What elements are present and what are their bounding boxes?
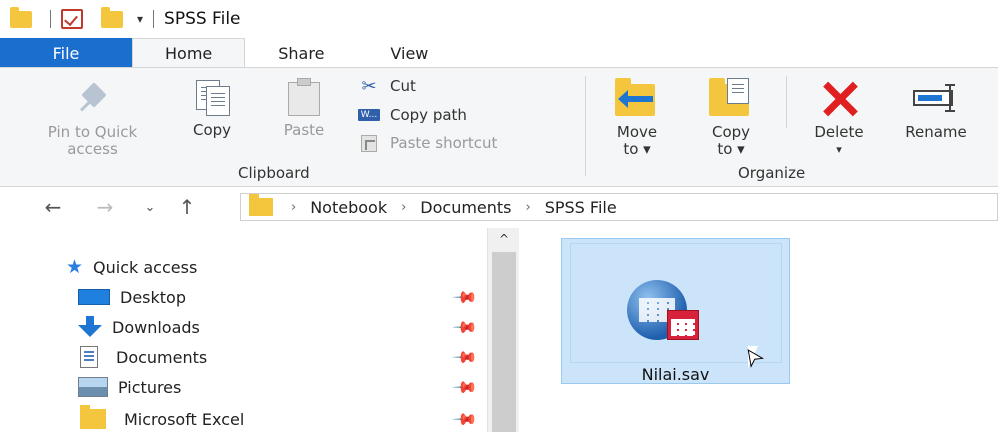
pin-label-1: Pin to Quick bbox=[47, 123, 138, 141]
pin-label-2: access bbox=[67, 140, 118, 158]
copy-icon bbox=[192, 78, 232, 118]
documents-icon bbox=[80, 346, 98, 368]
copy-to-label-1: Copy bbox=[711, 123, 751, 141]
window-title: SPSS File bbox=[164, 9, 241, 29]
scroll-up-chevron-icon[interactable]: ^ bbox=[488, 228, 520, 250]
group-divider bbox=[585, 76, 586, 176]
mouse-pointer-icon bbox=[748, 346, 758, 368]
star-icon: ★ bbox=[66, 256, 84, 278]
pin-icon: 📌 bbox=[451, 283, 479, 312]
pin-icon: 📌 bbox=[451, 313, 479, 342]
divider bbox=[50, 10, 51, 28]
rename-label: Rename bbox=[905, 123, 967, 141]
tab-file[interactable]: File bbox=[0, 38, 132, 68]
nav-item-label: Downloads bbox=[112, 317, 200, 337]
new-folder-icon[interactable] bbox=[101, 6, 123, 28]
desktop-icon bbox=[78, 289, 110, 305]
folder-icon bbox=[80, 405, 106, 429]
nav-item-pictures[interactable]: Pictures bbox=[78, 372, 181, 402]
nav-item-label: Microsoft Excel bbox=[124, 409, 245, 429]
copy-to-label-2: to ▾ bbox=[717, 140, 745, 158]
cut-label: Cut bbox=[390, 77, 416, 95]
navigation-pane: ★ Quick access Desktop 📌 Downloads 📌 Doc… bbox=[0, 228, 520, 432]
breadcrumb-separator[interactable]: › bbox=[526, 200, 531, 215]
move-to-icon bbox=[615, 78, 659, 118]
pin-icon: 📌 bbox=[451, 373, 479, 402]
title-bar: ▾ SPSS File bbox=[0, 0, 998, 38]
copy-path-label: Copy path bbox=[390, 106, 467, 124]
copy-path-icon: W... bbox=[358, 106, 380, 124]
properties-icon[interactable] bbox=[61, 9, 83, 29]
copy-label: Copy bbox=[192, 121, 232, 139]
pin-icon bbox=[73, 82, 113, 118]
nav-item-label: Documents bbox=[116, 347, 208, 367]
download-icon bbox=[78, 316, 102, 338]
copy-to-button[interactable]: Copy to ▾ bbox=[692, 78, 770, 158]
copy-path-button[interactable]: W... Copy path bbox=[358, 106, 467, 124]
paste-icon bbox=[284, 78, 324, 118]
up-arrow-icon[interactable]: ↑ bbox=[172, 195, 202, 219]
divider bbox=[153, 10, 155, 28]
delete-label: Delete bbox=[814, 123, 864, 141]
paste-label: Paste bbox=[283, 121, 325, 139]
spss-data-file-icon bbox=[627, 280, 699, 340]
nav-item-quick-access[interactable]: ★ Quick access bbox=[66, 252, 197, 282]
pin-to-quick-access-button[interactable]: Pin to Quick access bbox=[20, 82, 165, 158]
file-thumbnail-frame bbox=[570, 243, 782, 363]
pin-icon: 📌 bbox=[451, 405, 479, 432]
navigation-bar: ← → ⌄ ↑ › Notebook › Documents › SPSS Fi… bbox=[0, 190, 998, 224]
nav-pane-scrollbar[interactable]: ^ bbox=[487, 228, 519, 432]
nav-item-microsoft-excel[interactable]: Microsoft Excel bbox=[80, 404, 244, 432]
pictures-icon bbox=[78, 377, 108, 397]
folder-icon bbox=[249, 194, 273, 216]
folder-icon[interactable] bbox=[10, 6, 32, 28]
cut-button[interactable]: ✂ Cut bbox=[358, 75, 416, 97]
paste-button[interactable]: Paste bbox=[268, 78, 340, 139]
pin-icon: 📌 bbox=[451, 343, 479, 372]
breadcrumb-documents[interactable]: Documents bbox=[420, 198, 511, 217]
clipboard-group-label: Clipboard bbox=[238, 164, 310, 182]
nav-item-label: Pictures bbox=[118, 377, 182, 397]
back-arrow-icon[interactable]: ← bbox=[38, 195, 68, 219]
scroll-thumb[interactable] bbox=[492, 252, 516, 432]
recent-locations-chevron-icon[interactable]: ⌄ bbox=[138, 200, 162, 215]
forward-arrow-icon[interactable]: → bbox=[90, 195, 120, 219]
ribbon-tabs: File Home Share View bbox=[0, 38, 998, 68]
paste-shortcut-label: Paste shortcut bbox=[390, 134, 498, 152]
nav-item-desktop[interactable]: Desktop bbox=[78, 282, 186, 312]
copy-to-icon bbox=[709, 78, 753, 118]
nav-item-downloads[interactable]: Downloads bbox=[78, 312, 200, 342]
tab-view[interactable]: View bbox=[357, 38, 461, 68]
move-to-label-2: to ▾ bbox=[623, 140, 651, 158]
rename-button[interactable]: Rename bbox=[886, 78, 986, 141]
tab-share[interactable]: Share bbox=[245, 38, 357, 68]
delete-button[interactable]: Delete ▾ bbox=[798, 78, 880, 158]
paste-shortcut-button[interactable]: Paste shortcut bbox=[358, 134, 497, 152]
delete-icon bbox=[817, 78, 861, 118]
group-divider bbox=[786, 76, 787, 128]
customize-toolbar-dropdown[interactable]: ▾ bbox=[137, 12, 143, 26]
paste-shortcut-icon bbox=[358, 134, 380, 152]
scissors-icon: ✂ bbox=[361, 75, 377, 97]
address-bar[interactable]: › Notebook › Documents › SPSS File bbox=[240, 193, 998, 221]
breadcrumb-spss-file[interactable]: SPSS File bbox=[545, 198, 617, 217]
move-to-label-1: Move bbox=[616, 123, 658, 141]
tab-home[interactable]: Home bbox=[132, 38, 246, 68]
nav-item-documents[interactable]: Documents bbox=[80, 342, 207, 372]
organize-group-label: Organize bbox=[738, 164, 806, 182]
ribbon: Pin to Quick access Copy Paste ✂ Cut W..… bbox=[0, 67, 998, 187]
breadcrumb-separator[interactable]: › bbox=[401, 200, 406, 215]
nav-item-label: Quick access bbox=[93, 257, 198, 277]
breadcrumb-notebook[interactable]: Notebook bbox=[310, 198, 387, 217]
move-to-button[interactable]: Move to ▾ bbox=[598, 78, 676, 158]
copy-button[interactable]: Copy bbox=[180, 78, 244, 139]
breadcrumb-separator[interactable]: › bbox=[291, 200, 296, 215]
delete-dropdown-arrow[interactable]: ▾ bbox=[798, 141, 880, 158]
rename-icon bbox=[911, 78, 961, 118]
nav-item-label: Desktop bbox=[120, 287, 186, 307]
